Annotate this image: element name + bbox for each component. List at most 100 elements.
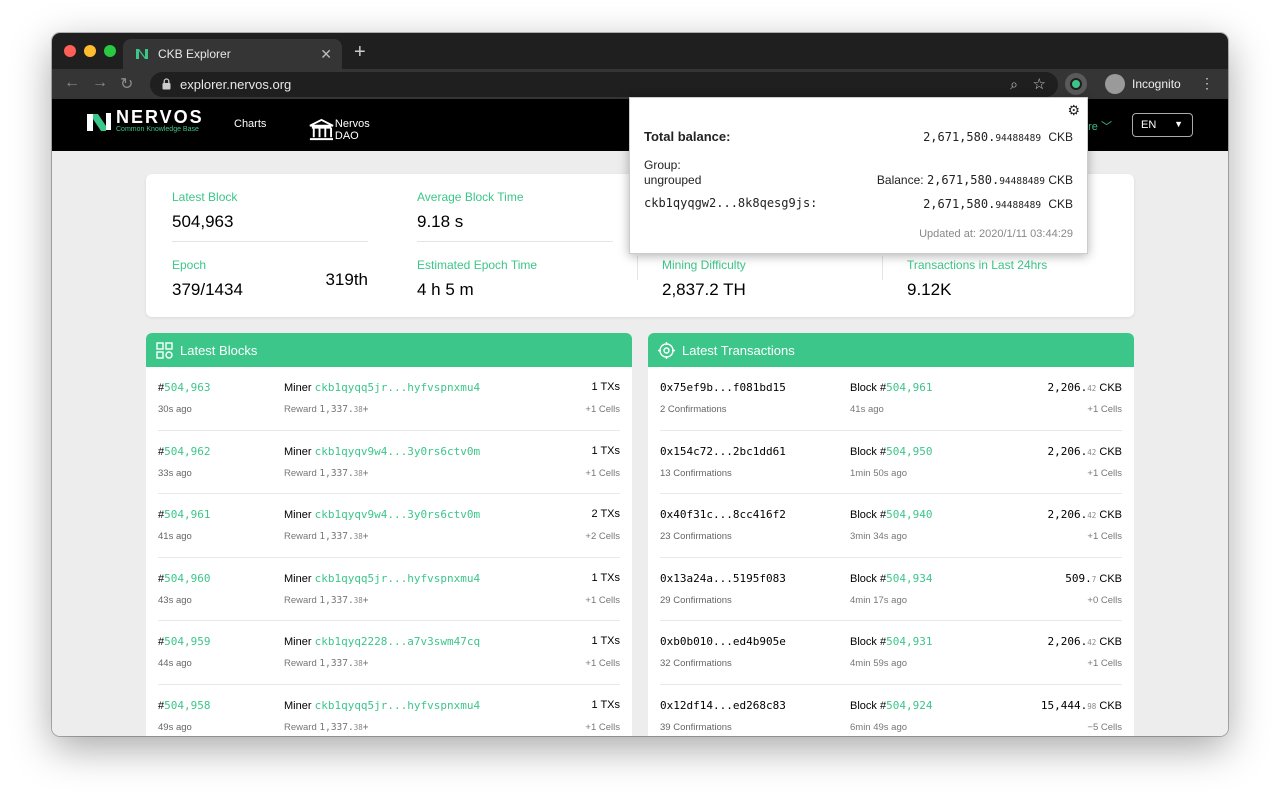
close-window-button[interactable] bbox=[64, 45, 76, 57]
reward-amount: 1,337.38+ bbox=[319, 404, 368, 415]
nervos-logo-icon bbox=[87, 112, 111, 131]
amount-dec: 42 bbox=[1087, 638, 1097, 647]
block-age: 30s ago bbox=[158, 404, 192, 415]
forward-icon[interactable]: → bbox=[92, 74, 108, 92]
block-row: #504,959 44s ago Miner ckb1qyq2228...a7v3s… bbox=[158, 621, 620, 685]
miner-address-link[interactable]: ckb1qyqq5jr...hyfvspnxmu4 bbox=[315, 572, 481, 585]
tx-age: 41s ago bbox=[850, 404, 884, 415]
block-number-link[interactable]: 504,959 bbox=[164, 635, 210, 648]
stat-label: Latest Block bbox=[172, 190, 238, 204]
block-ref-link[interactable]: 504,924 bbox=[886, 699, 932, 712]
unit: CKB bbox=[1048, 197, 1073, 211]
plus-sign: + bbox=[362, 404, 369, 415]
block-label: Block # bbox=[850, 572, 887, 585]
amount-dec: 94488489 bbox=[995, 200, 1042, 211]
block-number-link[interactable]: 504,961 bbox=[164, 508, 210, 521]
menu-kebab-icon[interactable]: ⋮ bbox=[1200, 75, 1214, 92]
tx-amount: 509.7 CKB bbox=[1065, 572, 1122, 585]
block-label: Block # bbox=[850, 382, 887, 394]
updated-at: Updated at: 2020/1/11 03:44:29 bbox=[919, 228, 1073, 240]
block-ref-link[interactable]: 504,961 bbox=[886, 381, 932, 394]
transactions-icon bbox=[658, 341, 675, 359]
tx-hash-link[interactable]: 0x40f31c...8cc416f2 bbox=[660, 508, 786, 521]
transaction-row: 0x154c72...2bc1dd61 13 Confirmations Block… bbox=[660, 431, 1122, 494]
minimize-window-button[interactable] bbox=[84, 45, 96, 57]
block-number-link[interactable]: 504,962 bbox=[164, 445, 210, 458]
stat-label: Transactions in Last 24hrs bbox=[907, 258, 1048, 272]
cell-change: +1 Cells bbox=[1087, 404, 1122, 415]
tx-amount: 2,206.42 CKB bbox=[1048, 381, 1122, 394]
tx-hash-link[interactable]: 0x12df14...ed268c83 bbox=[660, 699, 786, 712]
block-age: 44s ago bbox=[158, 658, 192, 669]
maximize-window-button[interactable] bbox=[104, 45, 116, 57]
stat-value[interactable]: 504,963 bbox=[172, 212, 237, 232]
amount-dec: 42 bbox=[1087, 511, 1097, 520]
block-number: #504,959 bbox=[158, 635, 210, 648]
block-ref-link[interactable]: 504,940 bbox=[886, 508, 932, 521]
stat-value: 9.18 s bbox=[417, 212, 464, 231]
back-icon[interactable]: ← bbox=[64, 74, 80, 92]
amount-int: 2,206. bbox=[1047, 508, 1088, 521]
block-number-link[interactable]: 504,960 bbox=[164, 572, 210, 585]
block-ref: Block #504,931 bbox=[850, 635, 932, 648]
miner-address-link[interactable]: ckb1qyqq5jr...hyfvspnxmu4 bbox=[315, 699, 481, 712]
block-number: #504,961 bbox=[158, 508, 210, 521]
address-bar[interactable]: explorer.nervos.org ⌕ ☆ bbox=[150, 72, 1058, 97]
nav-charts[interactable]: Charts bbox=[234, 118, 266, 130]
amount-int: 1,337. bbox=[319, 467, 354, 479]
reward-amount: 1,337.38+ bbox=[319, 722, 368, 733]
stat-est-epoch-time: Estimated Epoch Time 4 h 5 m bbox=[417, 258, 537, 300]
plus-sign: + bbox=[362, 721, 369, 733]
tx-hash-link[interactable]: 0x13a24a...5195f083 bbox=[660, 572, 786, 585]
block-number-link[interactable]: 504,963 bbox=[164, 381, 210, 394]
address-label[interactable]: ckb1qyqgw2...8k8qesg9js: bbox=[644, 196, 817, 210]
nervos-logo[interactable]: NERVOS Common Knowledge Base bbox=[86, 108, 204, 134]
amount-dec: 38 bbox=[353, 595, 363, 605]
language-select[interactable]: EN ▼ bbox=[1132, 113, 1193, 137]
stat-latest-block: Latest Block 504,963 bbox=[172, 190, 237, 232]
tx-count: 1 TXs bbox=[591, 381, 620, 393]
miner-label: Miner bbox=[284, 699, 312, 712]
unit: CKB bbox=[1099, 699, 1122, 712]
profile-label: Incognito bbox=[1132, 77, 1181, 91]
reward-label: Reward bbox=[284, 721, 317, 733]
block-ref-link[interactable]: 504,950 bbox=[886, 445, 932, 458]
block-number-link[interactable]: 504,958 bbox=[164, 699, 210, 712]
new-tab-button[interactable]: + bbox=[354, 41, 366, 64]
miner-label: Miner bbox=[284, 382, 312, 394]
bookmark-star-icon[interactable]: ☆ bbox=[1033, 75, 1046, 93]
panel-title: Latest Transactions bbox=[682, 342, 795, 358]
miner-address-link[interactable]: ckb1qyqq5jr...hyfvspnxmu4 bbox=[315, 381, 481, 394]
tx-hash-link[interactable]: 0x154c72...2bc1dd61 bbox=[660, 445, 786, 458]
cell-change: +1 Cells bbox=[1087, 531, 1122, 542]
plus-sign: + bbox=[362, 658, 369, 669]
block-row: #504,960 43s ago Miner ckb1qyqq5jr...hyfvs… bbox=[158, 558, 620, 621]
reload-icon[interactable]: ↻ bbox=[120, 74, 133, 94]
amount-int: 2,206. bbox=[1047, 444, 1088, 458]
miner-label: Miner bbox=[284, 445, 312, 458]
confirmations: 13 Confirmations bbox=[660, 467, 732, 479]
block-ref-link[interactable]: 504,931 bbox=[886, 635, 932, 648]
incognito-indicator[interactable]: Incognito bbox=[1105, 73, 1181, 95]
panel-title: Latest Blocks bbox=[180, 342, 258, 358]
block-ref-link[interactable]: 504,934 bbox=[886, 572, 932, 585]
nav-nervos-dao[interactable]: Nervos DAO bbox=[308, 118, 370, 142]
reward-label: Reward bbox=[284, 594, 317, 606]
browser-tab[interactable]: CKB Explorer ✕ bbox=[123, 39, 342, 69]
amount-dec: 94488489 bbox=[995, 133, 1042, 144]
cell-change: −5 Cells bbox=[1087, 721, 1122, 733]
block-number: #504,958 bbox=[158, 699, 210, 712]
miner-address-link[interactable]: ckb1qyqv9w4...3y0rs6ctv0m bbox=[315, 445, 481, 458]
gear-icon[interactable]: ⚙ bbox=[1067, 102, 1080, 119]
amount-int: 2,206. bbox=[1047, 635, 1088, 648]
miner-address-link[interactable]: ckb1qyq2228...a7v3swm47cq bbox=[315, 635, 481, 648]
tx-hash-link[interactable]: 0xb0b010...ed4b905e bbox=[660, 635, 786, 648]
group-value: ungrouped bbox=[644, 173, 702, 187]
search-icon[interactable]: ⌕ bbox=[1010, 76, 1018, 93]
tx-hash-link[interactable]: 0x75ef9b...f081bd15 bbox=[660, 381, 786, 394]
unit: CKB bbox=[1099, 572, 1122, 585]
miner-info: Miner ckb1qyqv9w4...3y0rs6ctv0m bbox=[284, 508, 480, 521]
close-tab-icon[interactable]: ✕ bbox=[320, 46, 332, 63]
wallet-extension-button[interactable] bbox=[1065, 73, 1087, 95]
miner-address-link[interactable]: ckb1qyqv9w4...3y0rs6ctv0m bbox=[315, 508, 481, 521]
